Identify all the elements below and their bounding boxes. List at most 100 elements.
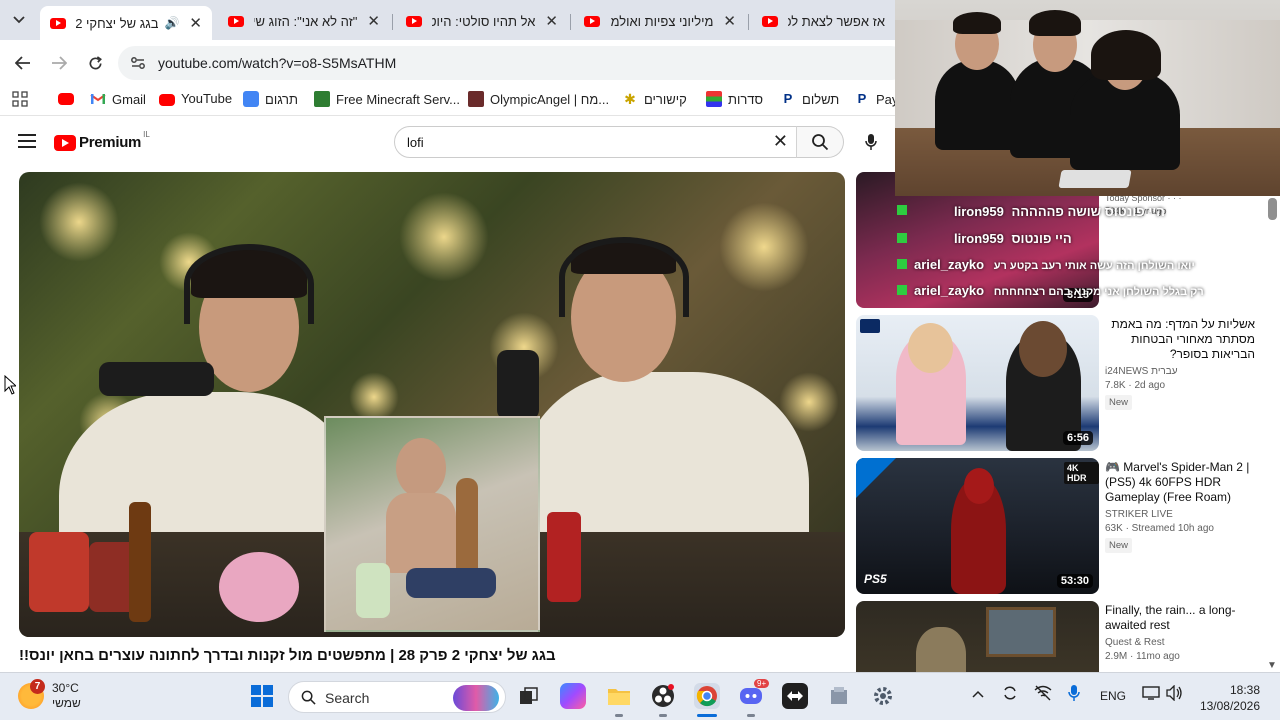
microphone-icon[interactable] <box>1068 684 1080 705</box>
bookmark-label: תרגום <box>265 91 298 107</box>
weather-condition: שמשי <box>52 696 81 710</box>
new-badge: New <box>1105 395 1133 410</box>
youtube-favicon-icon <box>228 15 244 27</box>
bookmark-links[interactable]: ✱ קישורים <box>622 91 687 107</box>
apps-button[interactable] <box>12 91 28 107</box>
bookmark-gmail[interactable]: Gmail <box>90 91 146 107</box>
forward-arrow-icon <box>52 56 67 70</box>
bookmark-label: Free Minecraft Serv... <box>336 91 461 107</box>
search-button[interactable] <box>796 126 844 158</box>
video-title: בגג של יצחקי 2 פרק 28 | מתפשטים מול זקנו… <box>19 647 556 664</box>
reload-button[interactable] <box>82 50 108 76</box>
teamviewer-icon[interactable] <box>782 683 808 709</box>
search-icon <box>812 134 829 151</box>
windows-start-icon[interactable] <box>251 685 273 707</box>
task-view-icon[interactable] <box>516 683 542 709</box>
file-explorer-icon[interactable] <box>606 683 632 709</box>
app-box-icon[interactable] <box>826 683 852 709</box>
clear-search-icon[interactable]: ✕ <box>773 131 788 152</box>
display-icon[interactable] <box>1142 685 1160 704</box>
recommendation-title[interactable]: Finally, the rain... a long-awaited rest <box>1105 603 1255 633</box>
tab-close-icon[interactable]: ✕ <box>367 12 380 30</box>
channel-name[interactable]: STRIKER LIVE <box>1105 509 1255 520</box>
settings-gear-icon[interactable] <box>870 683 896 709</box>
new-badge: New <box>1105 538 1133 553</box>
search-input[interactable]: lofi ✕ <box>394 126 797 158</box>
site-info-icon[interactable] <box>130 55 146 71</box>
youtube-logo[interactable]: Premium IL <box>54 130 150 151</box>
bookmark-label: קישורים <box>644 91 687 107</box>
channel-name[interactable]: Quest & Rest <box>1105 637 1255 648</box>
tab[interactable]: מיליוני צפיות ואולמו ✕ <box>574 6 746 36</box>
tab[interactable]: אז אפשר לצאת לפנ <box>752 6 895 36</box>
bookmark-youtube[interactable]: YouTube <box>159 91 232 106</box>
recommendation-item[interactable]: 4K HDR PS5 53:30 🎮 Marvel's Spider-Man 2… <box>856 458 1256 595</box>
video-meta: 7.8K · 2d ago <box>1105 380 1166 391</box>
recommendation-thumbnail[interactable]: 4K HDR PS5 53:30 <box>856 458 1099 594</box>
tab-active[interactable]: בגג של יצחקי 2 פ 🔊 ✕ <box>40 6 212 40</box>
recommendation-item[interactable]: Finally, the rain... a long-awaited rest… <box>856 601 1256 672</box>
forward-button[interactable] <box>46 50 72 76</box>
tab-title: אל תהיו סולטי: היוט <box>432 13 536 29</box>
tab-close-icon[interactable]: ✕ <box>545 12 558 30</box>
scrollbar-thumb[interactable] <box>1268 198 1277 220</box>
bookmark-payment[interactable]: P תשלום <box>780 91 840 107</box>
recommendation-thumbnail[interactable]: 6:56 <box>856 315 1099 451</box>
tab[interactable]: "זה לא אני": הזוג שי ✕ <box>218 6 390 36</box>
tab-close-icon[interactable]: ✕ <box>723 12 736 30</box>
language-indicator[interactable]: ENG <box>1100 689 1126 703</box>
gmail-icon <box>90 91 106 107</box>
video-inset-image <box>324 416 540 632</box>
bookmark-olympicangel[interactable]: OlympicAngel | מח... <box>468 91 609 107</box>
recommendation-title[interactable]: 🎮 Marvel's Spider-Man 2 | (PS5) 4k 60FPS… <box>1105 460 1255 505</box>
country-code: IL <box>143 130 150 139</box>
search-icon <box>301 690 316 705</box>
sparkle-icon: ✱ <box>624 91 636 107</box>
bookmark-minecraft[interactable]: Free Minecraft Serv... <box>314 91 460 107</box>
recommendation-item[interactable]: 6:56 אשליות על המדף: מה באמת מסתתר מאחור… <box>856 315 1256 452</box>
search-placeholder: Search <box>325 690 370 706</box>
video-player[interactable] <box>19 172 845 637</box>
recommendation-thumbnail[interactable] <box>856 601 1099 672</box>
video-meta: 2.9M · 11mo ago <box>1105 651 1180 662</box>
sync-icon[interactable] <box>1002 685 1018 704</box>
tab-close-icon[interactable]: ✕ <box>189 14 202 32</box>
bookmark-series[interactable]: סדרות <box>706 91 763 107</box>
discord-icon[interactable]: 9+ <box>738 679 770 709</box>
address-bar[interactable]: youtube.com/watch?v=o8-S5MsATHM <box>118 46 908 80</box>
minecraft-icon <box>314 91 330 107</box>
tab-search-dropdown-icon[interactable] <box>6 8 32 32</box>
chat-message: liron959 היי פונטוס <box>896 231 1072 246</box>
youtube-favicon-icon <box>406 15 422 27</box>
youtube-favicon-icon <box>584 15 600 27</box>
system-clock[interactable]: 18:38 13/08/2026 <box>1196 682 1260 714</box>
bookmark-translate[interactable]: תרגום <box>243 91 298 107</box>
obs-icon[interactable] <box>650 683 676 709</box>
bookmark-label: Gmail <box>112 91 146 107</box>
duration-badge: 6:56 <box>1062 431 1093 445</box>
screen: בגג של יצחקי 2 פ 🔊 ✕ "זה לא אני": הזוג ש… <box>0 0 1280 720</box>
channel-name[interactable]: i24NEWS עברית <box>1105 366 1255 377</box>
volume-icon[interactable] <box>1166 684 1184 704</box>
back-button[interactable] <box>10 50 36 76</box>
tab[interactable]: אל תהיו סולטי: היוט ✕ <box>396 6 568 36</box>
chat-username: liron959 <box>954 204 1004 219</box>
windows-taskbar: 7 30°C שמשי Search 9+ ENG 18:38 13/08/20… <box>0 672 1280 720</box>
copilot-icon[interactable] <box>560 683 586 709</box>
voice-search-button[interactable] <box>856 127 886 157</box>
chrome-icon[interactable] <box>694 683 720 709</box>
weather-widget[interactable]: 7 30°C שמשי <box>18 679 81 711</box>
menu-icon[interactable] <box>18 134 36 148</box>
weather-temp: 30°C <box>52 681 79 695</box>
bookmark-label: תשלום <box>802 91 840 107</box>
network-off-icon[interactable] <box>1034 685 1052 704</box>
scroll-down-icon[interactable]: ▼ <box>1267 660 1277 671</box>
chat-username: ariel_zayko <box>914 257 985 272</box>
recommendation-title[interactable]: אשליות על המדף: מה באמת מסתתר מאחורי הבט… <box>1105 317 1255 362</box>
tray-overflow-icon[interactable] <box>972 687 984 701</box>
taskbar-search[interactable]: Search <box>288 681 506 713</box>
tab-title: אז אפשר לצאת לפנ <box>788 13 885 29</box>
bookmark-youtube-favicon[interactable] <box>58 91 80 105</box>
chat-username: ariel_zayko <box>914 283 985 298</box>
speaker-icon[interactable]: 🔊 <box>164 16 179 30</box>
